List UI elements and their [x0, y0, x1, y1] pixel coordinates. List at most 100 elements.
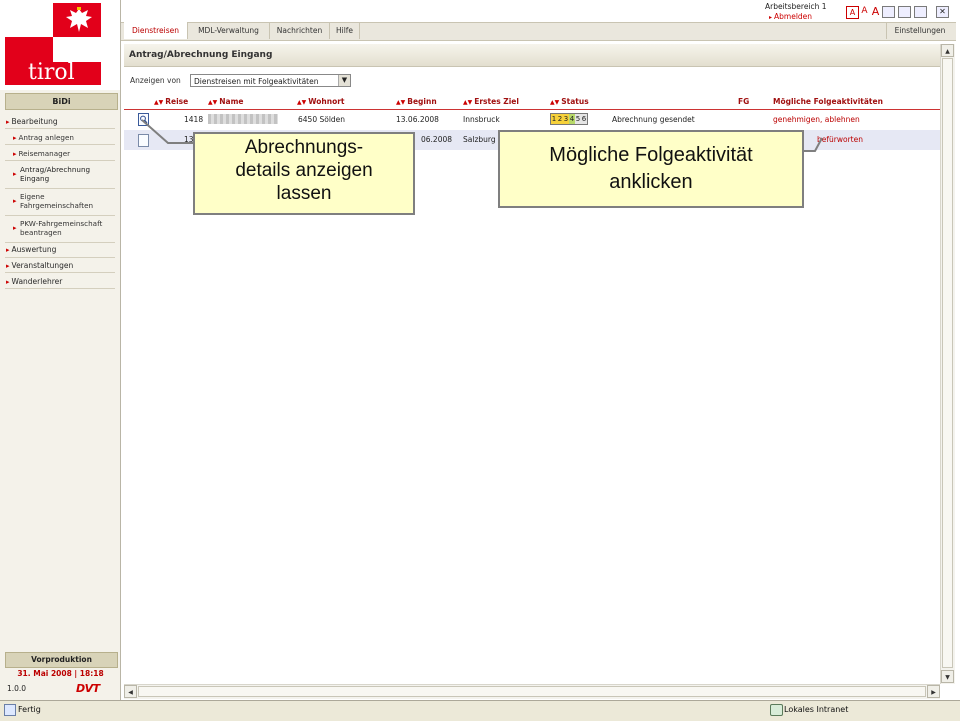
- scroll-thumb[interactable]: [138, 686, 926, 697]
- page-title: Antrag/Abrechnung Eingang: [129, 50, 273, 60]
- arrow-right-icon: ▸: [6, 118, 10, 126]
- print-icon[interactable]: [882, 6, 895, 18]
- sort-icon: ▲▼: [396, 99, 406, 106]
- logo-text: tirol: [28, 60, 75, 85]
- nav-label: Eigene Fahrgemeinschaften: [20, 192, 94, 210]
- erstes-ziel: Salzburg: [463, 135, 496, 144]
- sort-icon: ▲▼: [208, 99, 218, 106]
- settings-link[interactable]: Einstellungen: [886, 22, 953, 39]
- tab-mdl-verwaltung[interactable]: MDL-Verwaltung: [188, 22, 270, 39]
- nav-label: Reisemanager: [18, 149, 71, 158]
- callout-activity: Mögliche Folgeaktivität anklicken: [498, 130, 804, 208]
- beginn: 13.06.2008: [396, 115, 439, 124]
- tab-nachrichten[interactable]: Nachrichten: [270, 22, 330, 39]
- nav-eigene-fahrgemeinschaften[interactable]: ▸ Eigene Fahrgemeinschaften: [13, 192, 113, 210]
- page-icon: [4, 704, 16, 716]
- column-beginn[interactable]: ▲▼ Beginn: [396, 97, 437, 106]
- logout-link[interactable]: ▸ Abmelden: [769, 12, 812, 21]
- horizontal-scrollbar[interactable]: ◀ ▶: [124, 684, 940, 699]
- scroll-down-icon[interactable]: ▼: [941, 670, 954, 683]
- column-folgeaktivitaeten: Mögliche Folgeaktivitäten: [773, 97, 883, 106]
- arrow-right-icon: ▸: [6, 246, 10, 254]
- logout-label: Abmelden: [774, 12, 813, 21]
- vertical-scrollbar[interactable]: ▲ ▼: [940, 44, 955, 684]
- folgeaktivitaet-links[interactable]: befürworten: [817, 135, 863, 144]
- nav-veranstaltungen[interactable]: ▸ Veranstaltungen: [6, 261, 73, 271]
- beginn: 06.2008: [421, 135, 453, 144]
- reise-id: 1418: [184, 115, 204, 124]
- nav-label: PKW-Fahrgemeinschaft beantragen: [20, 219, 103, 237]
- nav-label: Wanderlehrer: [11, 277, 63, 286]
- arrow-right-icon: ▸: [6, 262, 10, 270]
- font-large-button[interactable]: A: [870, 6, 881, 17]
- name-redacted: [208, 114, 278, 124]
- scroll-left-icon[interactable]: ◀: [124, 685, 137, 698]
- nav-antrag-abrechnung-eingang[interactable]: ▸ Antrag/Abrechnung Eingang: [13, 165, 113, 183]
- divider: [5, 188, 115, 189]
- tirol-logo: tirol: [0, 0, 120, 90]
- divider: [5, 215, 115, 216]
- arrow-right-icon: ▸: [13, 170, 17, 178]
- security-zone: Lokales Intranet: [784, 705, 849, 714]
- nav-bearbeitung[interactable]: ▸ Bearbeitung: [6, 117, 58, 127]
- document-icon[interactable]: [138, 134, 149, 147]
- erstes-ziel: Innsbruck: [463, 115, 500, 124]
- arrow-right-icon: ▸: [13, 197, 17, 205]
- divider: [5, 288, 115, 289]
- divider: [5, 257, 115, 258]
- column-name[interactable]: ▲▼ Name: [208, 97, 243, 106]
- scroll-right-icon[interactable]: ▶: [927, 685, 940, 698]
- nav-label: Veranstaltungen: [11, 261, 74, 270]
- column-status[interactable]: ▲▼ Status: [550, 97, 589, 106]
- nav-label: Antrag/Abrechnung Eingang: [20, 165, 91, 183]
- app-title: BiDi: [5, 93, 118, 110]
- scroll-up-icon[interactable]: ▲: [941, 44, 954, 57]
- nav-antrag-anlegen[interactable]: ▸ Antrag anlegen: [13, 133, 74, 143]
- column-label: Status: [561, 97, 589, 106]
- resize-icon[interactable]: [914, 6, 927, 18]
- details-icon[interactable]: [138, 113, 149, 126]
- column-reise[interactable]: ▲▼ Reise: [154, 97, 188, 106]
- status-text: Abrechnung gesendet: [612, 115, 695, 124]
- callout-details: Abrechnungs- details anzeigen lassen: [193, 132, 415, 215]
- divider: [5, 144, 115, 145]
- window-icon[interactable]: [898, 6, 911, 18]
- date-time: 31. Mai 2008 | 18:18: [17, 669, 104, 678]
- status-text: Fertig: [18, 705, 41, 714]
- status-step: 6: [581, 114, 587, 124]
- tab-dienstreisen[interactable]: Dienstreisen: [124, 22, 188, 39]
- column-label: Reise: [165, 97, 189, 106]
- sort-icon: ▲▼: [297, 99, 307, 106]
- environment-label: Vorproduktion: [5, 652, 118, 668]
- column-label: Beginn: [407, 97, 437, 106]
- column-fg: FG: [738, 97, 750, 106]
- version: 1.0.0: [7, 684, 27, 693]
- nav-wanderlehrer[interactable]: ▸ Wanderlehrer: [6, 277, 62, 287]
- wohnort: 6450 Sölden: [298, 115, 346, 124]
- workspace-label: Arbeitsbereich 1: [765, 2, 827, 11]
- status-steps: 123456: [550, 113, 588, 125]
- font-small-button[interactable]: A: [846, 6, 859, 19]
- tirol-eagle-icon: [64, 6, 94, 34]
- chevron-down-icon[interactable]: ▼: [338, 75, 350, 86]
- nav-pkw-fahrgemeinschaft[interactable]: ▸ PKW-Fahrgemeinschaft beantragen: [13, 219, 115, 237]
- nav-auswertung[interactable]: ▸ Auswertung: [6, 245, 56, 255]
- divider: [5, 242, 115, 243]
- nav-label: Bearbeitung: [11, 117, 58, 126]
- tab-hilfe[interactable]: Hilfe: [330, 22, 360, 39]
- column-label: Name: [219, 97, 244, 106]
- scroll-thumb[interactable]: [942, 58, 953, 668]
- arrow-right-icon: ▸: [13, 150, 17, 158]
- folgeaktivitaet-links[interactable]: genehmigen, ablehnen: [773, 115, 860, 124]
- column-erstes-ziel[interactable]: ▲▼ Erstes Ziel: [463, 97, 519, 106]
- divider: [5, 160, 115, 161]
- filter-select[interactable]: Dienstreisen mit Folgeaktivitäten: [190, 74, 351, 87]
- nav-reisemanager[interactable]: ▸ Reisemanager: [13, 149, 70, 159]
- sort-icon: ▲▼: [463, 99, 473, 106]
- nav-label: Auswertung: [11, 245, 57, 254]
- column-wohnort[interactable]: ▲▼ Wohnort: [297, 97, 345, 106]
- column-label: Wohnort: [308, 97, 345, 106]
- close-icon[interactable]: ✕: [936, 6, 949, 18]
- sort-icon: ▲▼: [550, 99, 560, 106]
- font-medium-button[interactable]: A: [859, 6, 870, 17]
